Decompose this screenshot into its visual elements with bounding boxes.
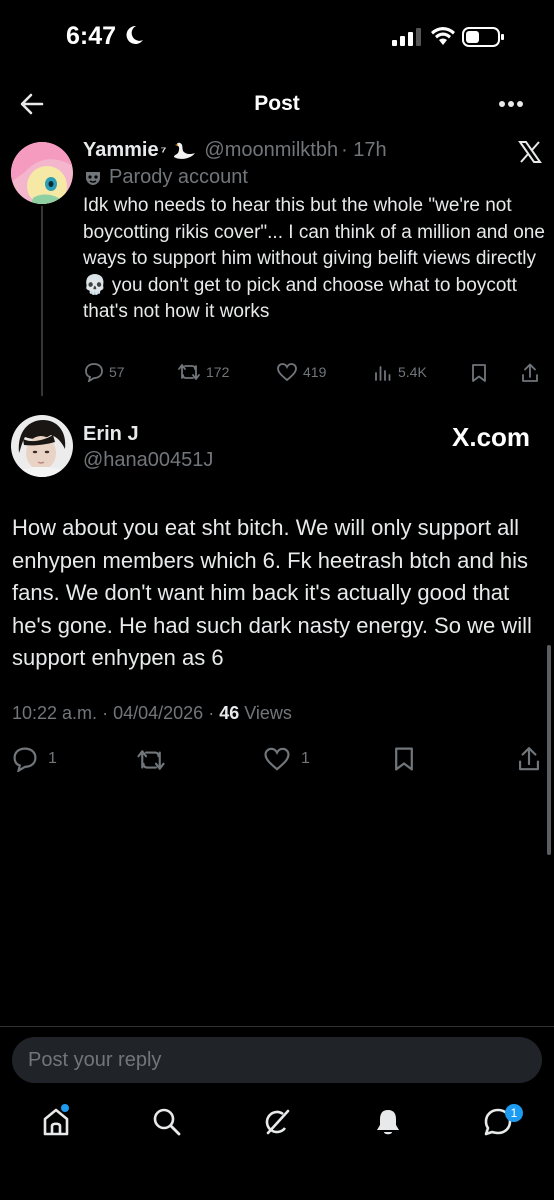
bookmark-icon[interactable] xyxy=(470,363,488,383)
x-com-watermark: X.com xyxy=(452,422,531,452)
name-suffix: ⁷ xyxy=(160,142,167,159)
author-handle[interactable]: @hana00451J xyxy=(83,449,213,472)
post-meta: 10:22 a.m. · 04/04/2026 · 46 Views xyxy=(12,703,292,723)
reply-action[interactable]: 1 xyxy=(12,746,57,772)
parody-label: Parody account xyxy=(84,166,248,189)
bookmark-icon[interactable] xyxy=(392,746,416,772)
reply-count: 57 xyxy=(109,364,125,380)
post-date: 04/04/2026 xyxy=(113,703,204,723)
like-count: 419 xyxy=(303,364,327,380)
divider xyxy=(0,1026,554,1027)
reply-placeholder: Post your reply xyxy=(28,1049,162,1071)
messages-badge: 1 xyxy=(505,1104,523,1122)
avatar[interactable] xyxy=(11,415,73,477)
parody-label-text: Parody account xyxy=(109,166,248,188)
repost-count: 172 xyxy=(206,364,230,380)
views-label: Views xyxy=(244,703,292,723)
like-count: 1 xyxy=(301,750,310,767)
like-icon xyxy=(264,747,290,771)
repost-icon[interactable] xyxy=(136,747,166,773)
share-icon[interactable] xyxy=(516,745,542,773)
views-count: 46 xyxy=(219,703,240,723)
search-icon[interactable] xyxy=(151,1106,183,1138)
swan-emoji-icon xyxy=(174,142,196,159)
reply-icon xyxy=(13,747,37,772)
scrollbar[interactable] xyxy=(547,645,551,855)
parody-mask-icon xyxy=(86,171,100,185)
author-name[interactable]: Yammie xyxy=(83,139,159,162)
views-action[interactable]: 5.4K xyxy=(373,362,427,382)
grok-icon[interactable] xyxy=(261,1106,293,1138)
like-action[interactable]: 419 xyxy=(276,362,326,382)
post-time: · 17h xyxy=(341,139,387,161)
thread-line xyxy=(41,206,43,396)
x-logo-icon xyxy=(518,141,542,163)
reply-count: 1 xyxy=(48,750,57,767)
reply-action[interactable]: 57 xyxy=(84,362,125,382)
quoted-post-header: Yammie ⁷ @moonmilktbh · 17h xyxy=(83,139,387,162)
post-text: How about you eat sht bitch. We will onl… xyxy=(12,515,532,670)
views-icon xyxy=(375,366,391,381)
author-name[interactable]: Erin J xyxy=(83,423,139,446)
post-time: 10:22 a.m. xyxy=(12,703,98,723)
author-handle[interactable]: @moonmilktbh xyxy=(204,139,338,162)
repost-action[interactable]: 172 xyxy=(177,362,229,382)
like-icon xyxy=(277,363,297,382)
reply-icon xyxy=(85,363,103,382)
status-time: 6:47 xyxy=(66,22,117,50)
wifi-icon xyxy=(431,27,455,45)
page-title: Post xyxy=(254,92,300,115)
focus-moon-icon xyxy=(126,25,143,44)
repost-icon xyxy=(178,364,200,380)
share-icon[interactable] xyxy=(520,362,540,384)
avatar[interactable] xyxy=(11,142,73,204)
home-notification-dot xyxy=(61,1104,69,1112)
like-action[interactable]: 1 xyxy=(263,746,310,772)
quoted-post-text: Idk who needs to hear this but the whole… xyxy=(83,195,545,322)
cell-signal-icon xyxy=(392,28,421,46)
views-count: 5.4K xyxy=(398,364,427,380)
more-icon[interactable] xyxy=(498,100,524,108)
notifications-icon[interactable] xyxy=(373,1106,403,1138)
battery-icon xyxy=(462,27,504,47)
